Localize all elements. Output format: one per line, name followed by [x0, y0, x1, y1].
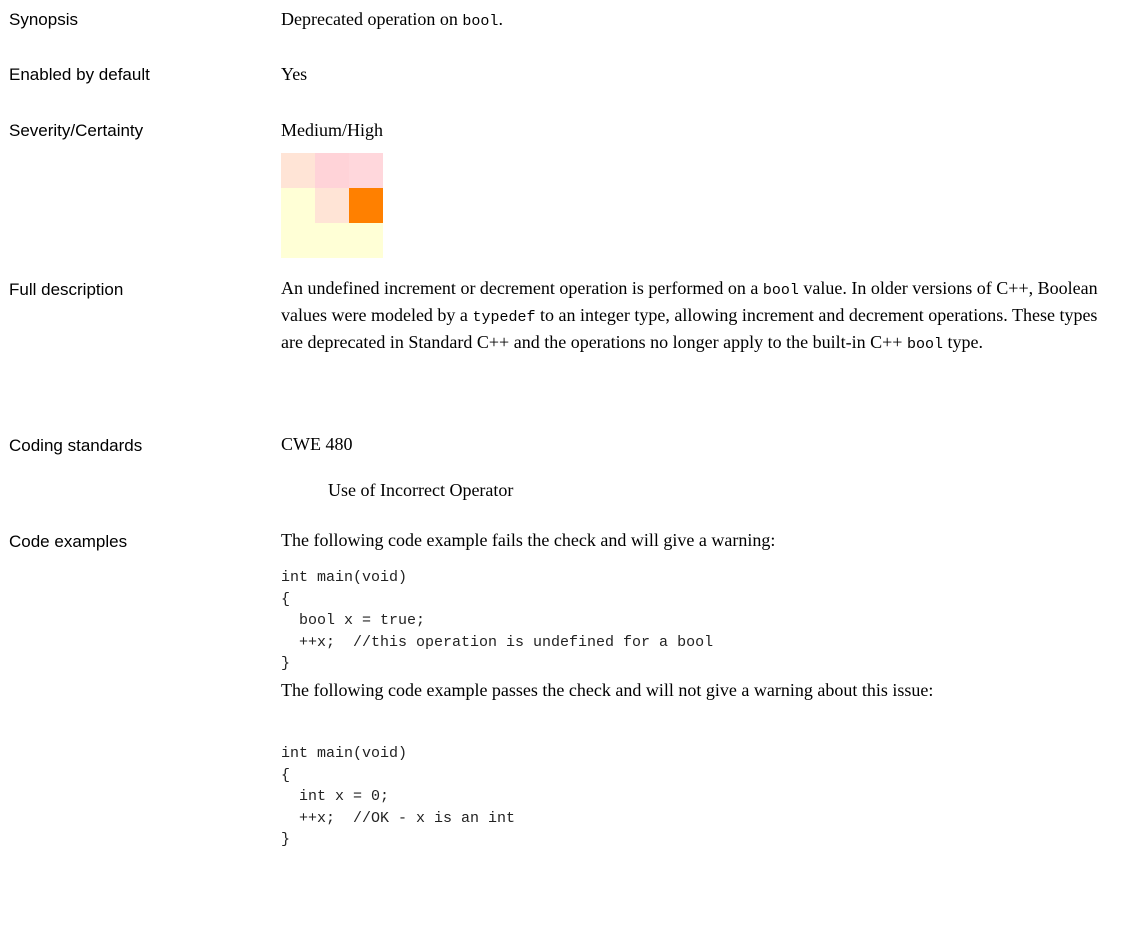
severity-cell — [349, 223, 383, 258]
code-examples-label: Code examples — [9, 532, 128, 551]
fail-intro: The following code example fails the che… — [281, 530, 776, 550]
synopsis-after: . — [498, 9, 503, 29]
fail-code-block: int main(void) { bool x = true; ++x; //t… — [281, 569, 714, 672]
severity-cell — [315, 153, 349, 188]
severity-cell — [281, 188, 315, 223]
desc-part-1: An undefined increment or decrement oper… — [281, 278, 763, 298]
pass-intro: The following code example passes the ch… — [281, 680, 934, 700]
cwe-title: Use of Incorrect Operator — [328, 480, 514, 500]
cwe-id: CWE 480 — [281, 434, 353, 454]
severity-cell — [349, 153, 383, 188]
full-description-label: Full description — [9, 280, 124, 299]
coding-standards-label: Coding standards — [9, 436, 143, 455]
severity-label: Severity/Certainty — [9, 121, 144, 140]
full-description-text: An undefined increment or decrement oper… — [281, 276, 1111, 357]
severity-cell — [349, 188, 383, 223]
synopsis-label: Synopsis — [9, 10, 78, 29]
severity-value: Medium/High — [281, 120, 383, 140]
enabled-value: Yes — [281, 64, 308, 84]
synopsis-code: bool — [462, 13, 499, 30]
severity-cell — [315, 223, 349, 258]
desc-code-typedef: typedef — [472, 309, 536, 326]
synopsis-text: Deprecated operation on bool. — [281, 7, 1111, 34]
desc-code-bool-2: bool — [906, 336, 943, 353]
severity-cell — [281, 153, 315, 188]
synopsis-before: Deprecated operation on — [281, 9, 463, 29]
desc-code-bool-1: bool — [762, 282, 799, 299]
severity-cell — [281, 223, 315, 258]
severity-matrix — [281, 153, 383, 258]
severity-cell — [315, 188, 349, 223]
enabled-label: Enabled by default — [9, 65, 150, 84]
pass-code-block: int main(void) { int x = 0; ++x; //OK - … — [281, 745, 516, 848]
desc-part-4: type. — [942, 332, 983, 352]
